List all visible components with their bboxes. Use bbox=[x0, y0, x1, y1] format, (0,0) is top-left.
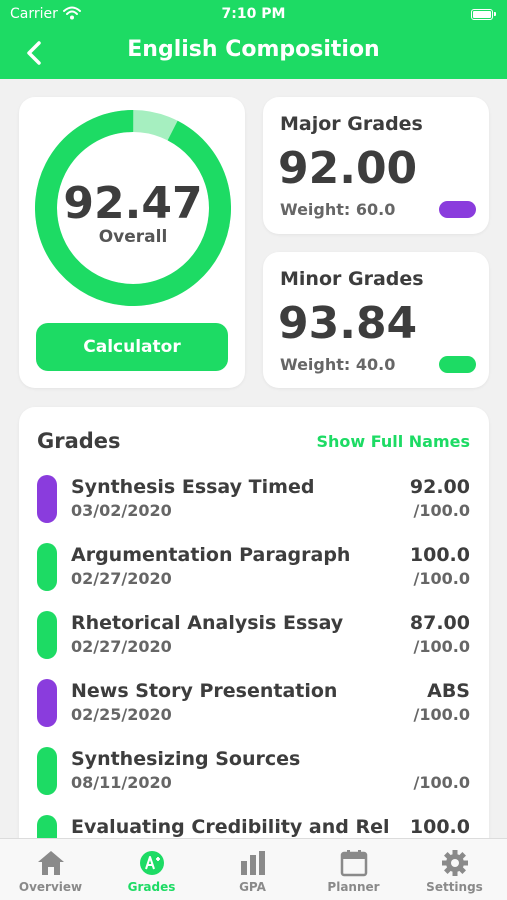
tab-label: Settings bbox=[426, 880, 483, 894]
grade-category-marker bbox=[37, 679, 57, 727]
overall-readout: 92.47 Overall bbox=[35, 110, 231, 306]
grade-date: 02/25/2020 bbox=[71, 705, 172, 724]
grade-score: 100.0 bbox=[409, 816, 470, 838]
status-time: 7:10 PM bbox=[221, 6, 286, 22]
gear-icon bbox=[442, 850, 468, 876]
minor-grades-value: 93.84 bbox=[278, 298, 418, 349]
grades-heading: Grades bbox=[37, 429, 121, 453]
grade-name: Argumentation Paragraph bbox=[71, 544, 351, 566]
nav-bar: English Composition bbox=[0, 30, 507, 76]
grade-score: 100.0 bbox=[409, 544, 470, 566]
grade-row[interactable]: Argumentation Paragraph 02/27/2020 100.0… bbox=[19, 543, 489, 603]
grade-row[interactable]: Synthesizing Sources 08/11/2020 /100.0 bbox=[19, 747, 489, 807]
overall-label: Overall bbox=[98, 227, 168, 247]
tab-grades[interactable]: Grades bbox=[101, 839, 202, 900]
grade-category-marker bbox=[37, 475, 57, 523]
major-grades-card[interactable]: Major Grades 92.00 Weight: 60.0 bbox=[263, 97, 489, 234]
grades-list-card: Grades Show Full Names Synthesis Essay T… bbox=[19, 407, 489, 847]
grade-row[interactable]: Synthesis Essay Timed 03/02/2020 92.00 /… bbox=[19, 475, 489, 535]
tab-gpa[interactable]: GPA bbox=[202, 839, 303, 900]
show-full-names-button[interactable]: Show Full Names bbox=[316, 432, 470, 451]
grade-max: /100.0 bbox=[413, 569, 470, 588]
grade-row[interactable]: News Story Presentation 02/25/2020 ABS /… bbox=[19, 679, 489, 739]
calendar-icon bbox=[340, 850, 368, 877]
grade-name: News Story Presentation bbox=[71, 680, 338, 702]
minor-grades-card[interactable]: Minor Grades 93.84 Weight: 40.0 bbox=[263, 252, 489, 388]
overall-value: 92.47 bbox=[63, 178, 203, 229]
house-icon bbox=[38, 851, 64, 875]
grade-date: 02/27/2020 bbox=[71, 569, 172, 588]
grade-max: /100.0 bbox=[413, 637, 470, 656]
grade-name: Synthesizing Sources bbox=[71, 748, 301, 770]
page-title: English Composition bbox=[127, 37, 380, 62]
grade-category-marker bbox=[37, 543, 57, 591]
overall-card: 92.47 Overall Calculator bbox=[19, 97, 245, 388]
grade-score: 92.00 bbox=[409, 476, 470, 498]
tab-label: Overview bbox=[18, 880, 83, 894]
tab-bar: Overview Grades GPA Planner Settings bbox=[0, 838, 507, 900]
grade-name: Synthesis Essay Timed bbox=[71, 476, 315, 498]
tab-planner[interactable]: Planner bbox=[303, 839, 404, 900]
tab-settings[interactable]: Settings bbox=[404, 839, 505, 900]
battery-icon bbox=[471, 9, 496, 20]
grade-name: Evaluating Credibility and Reli bbox=[71, 816, 391, 838]
grade-date: 03/02/2020 bbox=[71, 501, 172, 520]
major-grades-title: Major Grades bbox=[280, 113, 423, 135]
bar-chart-icon bbox=[241, 851, 265, 875]
calculator-button[interactable]: Calculator bbox=[36, 323, 228, 371]
tab-label: Planner bbox=[327, 880, 380, 894]
grade-max: /100.0 bbox=[413, 501, 470, 520]
minor-color-swatch bbox=[439, 356, 476, 373]
grade-score: 87.00 bbox=[409, 612, 470, 634]
minor-grades-title: Minor Grades bbox=[280, 268, 424, 290]
major-color-swatch bbox=[439, 201, 476, 218]
tab-label: GPA bbox=[239, 880, 266, 894]
tab-label: Grades bbox=[127, 880, 176, 894]
grade-category-marker bbox=[37, 747, 57, 795]
grade-badge-icon bbox=[140, 851, 164, 875]
grade-max: /100.0 bbox=[413, 773, 470, 792]
status-bar: Carrier 7:10 PM bbox=[0, 4, 507, 24]
header-bar: Carrier 7:10 PM English Composition bbox=[0, 0, 507, 79]
grade-row[interactable]: Rhetorical Analysis Essay 02/27/2020 87.… bbox=[19, 611, 489, 671]
grade-date: 08/11/2020 bbox=[71, 773, 172, 792]
tab-overview[interactable]: Overview bbox=[0, 839, 101, 900]
grade-max: /100.0 bbox=[413, 705, 470, 724]
grade-name: Rhetorical Analysis Essay bbox=[71, 612, 344, 634]
minor-grades-weight: Weight: 40.0 bbox=[280, 355, 396, 374]
major-grades-value: 92.00 bbox=[278, 143, 418, 194]
major-grades-weight: Weight: 60.0 bbox=[280, 200, 396, 219]
grade-date: 02/27/2020 bbox=[71, 637, 172, 656]
grade-category-marker bbox=[37, 611, 57, 659]
grade-score: ABS bbox=[427, 680, 470, 702]
